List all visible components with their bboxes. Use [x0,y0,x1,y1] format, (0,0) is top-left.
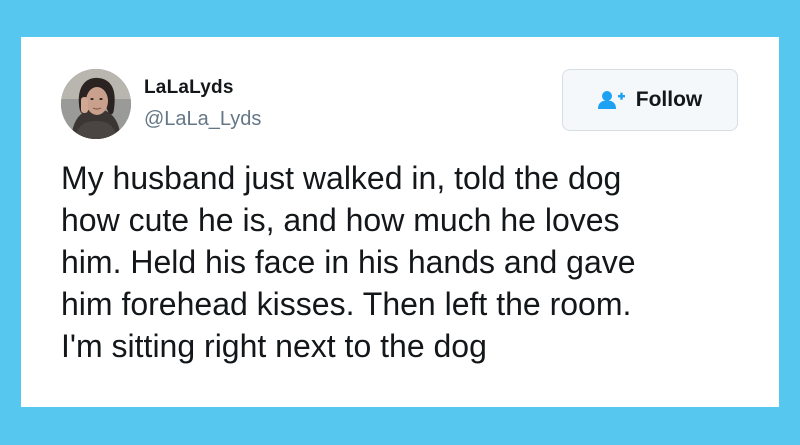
follow-button-label: Follow [635,88,703,111]
display-name[interactable]: LaLaLyds [144,77,234,99]
follow-button[interactable]: Follow [562,69,738,131]
add-user-icon [597,90,626,110]
avatar-photo-icon [61,69,131,139]
tweet-line: how cute he is, and how much he loves [61,202,620,238]
tweet-card: LaLaLyds @LaLa_Lyds Follow My husband ju… [21,37,779,407]
tweet-line: My husband just walked in, told the dog [61,160,622,196]
avatar[interactable] [61,69,131,139]
tweet-line: him forehead kisses. Then left the room. [61,286,632,322]
user-handle[interactable]: @LaLa_Lyds [144,108,261,131]
tweet-text: My husband just walked in, told the dog … [61,157,751,367]
tweet-line: I'm sitting right next to the dog [61,328,487,364]
tweet-line: him. Held his face in his hands and gave [61,244,636,280]
